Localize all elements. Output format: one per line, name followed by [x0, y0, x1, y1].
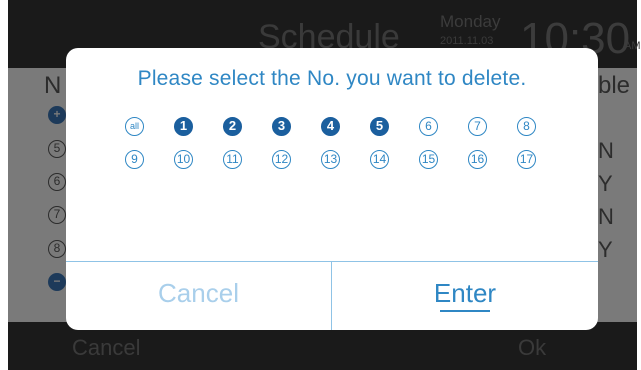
background-add-icon: + — [48, 106, 66, 124]
background-ok-button: Ok — [518, 335, 547, 360]
number-option-12[interactable]: 12 — [272, 150, 291, 169]
background-column-header-left: N — [44, 72, 62, 99]
number-option-17[interactable]: 17 — [517, 150, 536, 169]
number-option-5[interactable]: 5 — [370, 117, 389, 136]
number-option-1[interactable]: 1 — [174, 117, 193, 136]
number-option-7[interactable]: 7 — [468, 117, 487, 136]
background-day: Monday — [440, 12, 501, 31]
background-cancel-button: Cancel — [72, 335, 141, 360]
background-enable-value: Y — [598, 171, 613, 196]
number-option-15[interactable]: 15 — [419, 150, 438, 169]
delete-dialog: Please select the No. you want to delete… — [66, 48, 598, 330]
background-enable-value: N — [598, 204, 614, 229]
background-item-mark: 5 — [48, 140, 66, 158]
enter-button[interactable]: Enter — [332, 262, 598, 330]
background-item-mark: 7 — [48, 206, 66, 224]
enter-focus-underline — [440, 310, 490, 312]
background-item-mark: 6 — [48, 173, 66, 191]
number-option-10[interactable]: 10 — [174, 150, 193, 169]
number-option-11[interactable]: 11 — [223, 150, 242, 169]
number-option-14[interactable]: 14 — [370, 150, 389, 169]
background-date: 2011.11.03 — [440, 35, 494, 47]
number-option-2[interactable]: 2 — [223, 117, 242, 136]
number-option-16[interactable]: 16 — [468, 150, 487, 169]
cancel-button[interactable]: Cancel — [66, 262, 331, 330]
number-option-all[interactable]: all — [125, 117, 144, 136]
number-option-3[interactable]: 3 — [272, 117, 291, 136]
number-option-9[interactable]: 9 — [125, 150, 144, 169]
dialog-prompt: Please select the No. you want to delete… — [137, 67, 527, 90]
number-option-8[interactable]: 8 — [517, 117, 536, 136]
background-enable-value: Y — [598, 237, 613, 262]
number-option-4[interactable]: 4 — [321, 117, 340, 136]
background-remove-icon: − — [48, 273, 66, 291]
number-option-6[interactable]: 6 — [419, 117, 438, 136]
background-enable-value: N — [598, 138, 614, 163]
background-ampm: AM — [624, 40, 641, 52]
background-column-header-right: ble — [598, 72, 631, 99]
screen: Schedule Monday 2011.11.03 10:30 AM N bl… — [0, 0, 641, 370]
number-option-13[interactable]: 13 — [321, 150, 340, 169]
background-item-mark: 8 — [48, 240, 66, 258]
